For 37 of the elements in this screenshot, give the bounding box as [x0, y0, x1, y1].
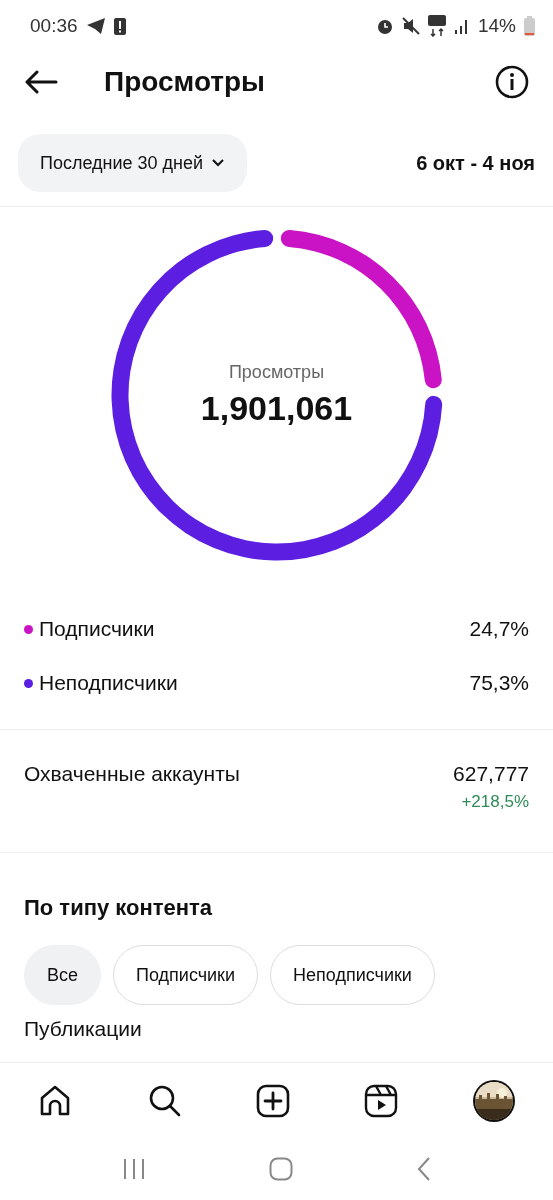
reach-change: +218,5%	[461, 792, 529, 812]
legend-label: Подписчики	[39, 617, 155, 641]
signal-icon	[453, 17, 470, 35]
nav-profile-button[interactable]	[472, 1079, 517, 1123]
add-icon	[256, 1084, 291, 1118]
page-title: Просмотры	[104, 66, 266, 98]
legend-value: 24,7%	[469, 617, 529, 641]
back-nav-button[interactable]	[417, 1157, 432, 1181]
reach-value: 627,777	[453, 762, 529, 786]
mute-icon	[401, 17, 420, 35]
date-range: 6 окт - 4 ноя	[416, 151, 535, 175]
alarm-icon	[375, 17, 394, 35]
chart-label: Просмотры	[228, 362, 325, 383]
battery-percent: 14%	[477, 15, 516, 37]
legend-value: 75,3%	[469, 671, 529, 695]
period-dropdown[interactable]: Последние 30 дней	[18, 134, 248, 192]
recent-apps-button[interactable]	[121, 1158, 146, 1180]
section-title: Публикации	[24, 1017, 143, 1041]
legend-label: Неподписчики	[39, 671, 178, 695]
section-title: По типу контента	[24, 895, 213, 920]
battery-icon	[524, 16, 535, 36]
reach-label: Охваченные аккаунты	[24, 762, 240, 787]
nav-create-button[interactable]	[256, 1084, 291, 1118]
back-button[interactable]	[24, 70, 58, 94]
network-icon	[427, 15, 446, 37]
total-views: 1,901,061	[200, 389, 353, 428]
reels-icon	[364, 1084, 399, 1118]
info-button[interactable]	[495, 65, 529, 99]
clock: 00:36	[30, 15, 78, 37]
chevron-down-icon	[211, 158, 226, 168]
nav-reels-button[interactable]	[364, 1084, 399, 1118]
alert-icon	[113, 17, 126, 35]
paper-plane-icon	[85, 17, 106, 35]
home-button[interactable]	[269, 1157, 294, 1181]
filter-chip[interactable]: Подписчики	[113, 945, 259, 1005]
filter-chip[interactable]: Неподписчики	[270, 945, 435, 1005]
filter-chip[interactable]: Все	[24, 945, 102, 1005]
